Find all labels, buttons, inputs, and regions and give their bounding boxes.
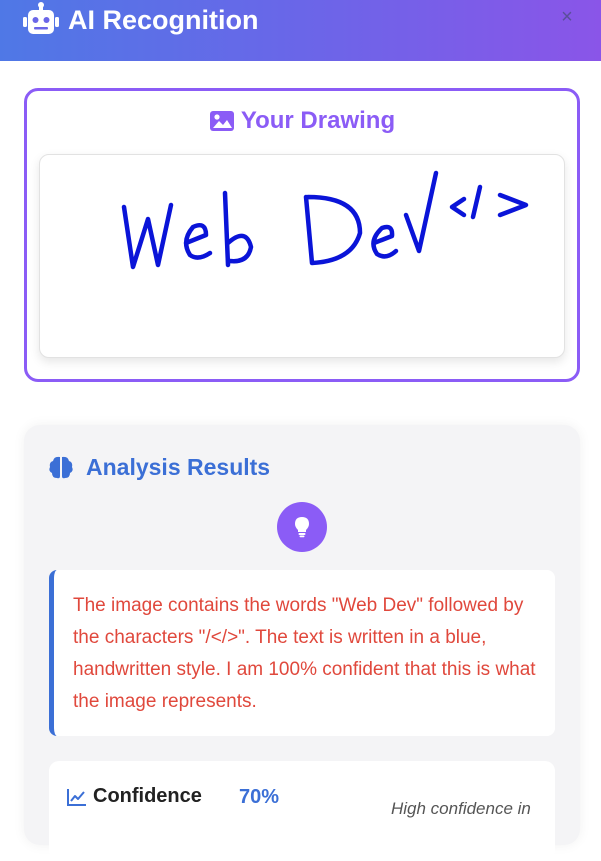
brain-icon xyxy=(49,456,73,479)
app-title: AI Recognition xyxy=(68,4,259,35)
drawing-card: Your Drawing xyxy=(24,88,580,382)
close-button[interactable]: × xyxy=(557,6,577,28)
analysis-results-card: Analysis Results The image contains the … xyxy=(24,425,580,861)
analysis-text-box: The image contains the words "Web Dev" f… xyxy=(49,570,555,736)
results-title-text: Analysis Results xyxy=(86,453,271,480)
results-title: Analysis Results xyxy=(48,452,270,482)
confidence-box: Confidence 70% High confidence in xyxy=(49,761,555,861)
confidence-note: High confidence in xyxy=(391,799,531,818)
drawing-title-text: Your Drawing xyxy=(240,107,396,134)
confidence-label: Confidence xyxy=(67,785,202,808)
chart-line-icon xyxy=(67,788,86,806)
confidence-value: 70% xyxy=(239,786,280,808)
close-icon: × xyxy=(561,5,573,28)
app-header: AI Recognition × xyxy=(0,0,601,61)
analysis-text: The image contains the words "Web Dev" f… xyxy=(73,595,536,712)
image-icon xyxy=(209,111,234,131)
robot-icon xyxy=(22,2,60,38)
confidence-label-text: Confidence xyxy=(93,785,202,807)
drawing-canvas[interactable] xyxy=(39,154,565,358)
lightbulb-badge xyxy=(277,502,327,552)
header-title-group: AI Recognition xyxy=(22,2,259,38)
handwriting-strokes xyxy=(121,170,529,270)
drawing-title: Your Drawing xyxy=(27,105,577,137)
lightbulb-icon xyxy=(295,517,309,538)
